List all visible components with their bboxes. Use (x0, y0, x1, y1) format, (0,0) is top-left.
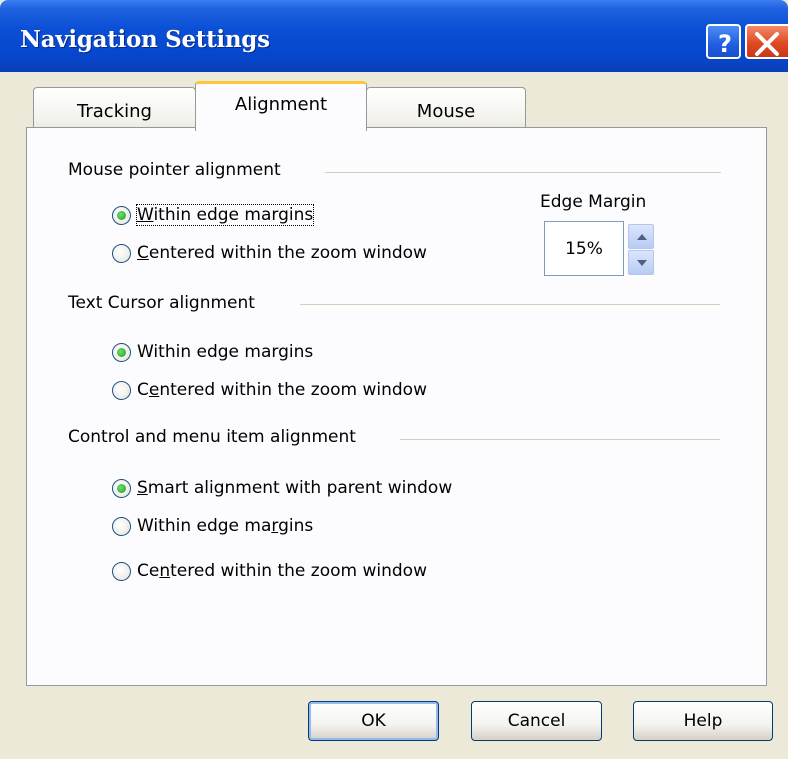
radio-checked-icon (112, 478, 131, 498)
arrow-down-icon (637, 260, 647, 266)
radio-label: Within edge margins (137, 516, 314, 536)
ok-button[interactable]: OK (308, 701, 439, 741)
text-cursor-group-title: Text Cursor alignment (68, 293, 263, 313)
radio-control-smart[interactable]: Smart alignment with parent window (112, 475, 452, 501)
title-bar: Navigation Settings ? (0, 0, 788, 72)
close-button[interactable] (745, 24, 788, 59)
radio-checked-icon (112, 342, 131, 362)
group-divider (325, 172, 721, 173)
edge-margin-down-button[interactable] (628, 250, 654, 275)
mouse-pointer-group-title: Mouse pointer alignment (68, 160, 289, 180)
question-icon: ? (718, 30, 732, 58)
radio-label: Smart alignment with parent window (137, 478, 453, 498)
edge-margin-input[interactable]: 15% (544, 221, 624, 276)
cancel-button[interactable]: Cancel (471, 701, 602, 741)
help-title-button[interactable]: ? (706, 24, 741, 59)
radio-checked-icon (112, 205, 131, 225)
radio-text-within-margins[interactable]: Within edge margins (112, 339, 313, 365)
tab-alignment[interactable]: Alignment (195, 81, 367, 131)
radio-label: Centered within the zoom window (137, 243, 427, 263)
group-divider (300, 304, 720, 305)
svg-text:?: ? (718, 30, 732, 58)
radio-control-within-margins[interactable]: Within edge margins (112, 513, 313, 539)
close-icon (755, 32, 779, 56)
radio-control-centered[interactable]: Centered within the zoom window (112, 558, 427, 584)
radio-text-centered[interactable]: Centered within the zoom window (112, 377, 427, 403)
edge-margin-label: Edge Margin (540, 192, 647, 212)
radio-label: Within edge margins (137, 342, 314, 362)
radio-label: Centered within the zoom window (137, 380, 427, 400)
radio-label: Within edge margins (135, 204, 315, 226)
radio-label: Centered within the zoom window (137, 561, 427, 581)
window-title: Navigation Settings (20, 26, 270, 53)
arrow-up-icon (637, 234, 647, 240)
help-button[interactable]: Help (633, 701, 773, 741)
radio-mouse-centered[interactable]: Centered within the zoom window (112, 240, 427, 266)
edge-margin-up-button[interactable] (628, 224, 654, 249)
group-divider (400, 439, 720, 440)
radio-unchecked-icon (112, 243, 131, 263)
radio-unchecked-icon (112, 380, 131, 400)
radio-unchecked-icon (112, 561, 131, 581)
radio-unchecked-icon (112, 516, 131, 536)
control-group-title: Control and menu item alignment (68, 427, 364, 447)
radio-mouse-within-margins[interactable]: Within edge margins (112, 202, 315, 228)
